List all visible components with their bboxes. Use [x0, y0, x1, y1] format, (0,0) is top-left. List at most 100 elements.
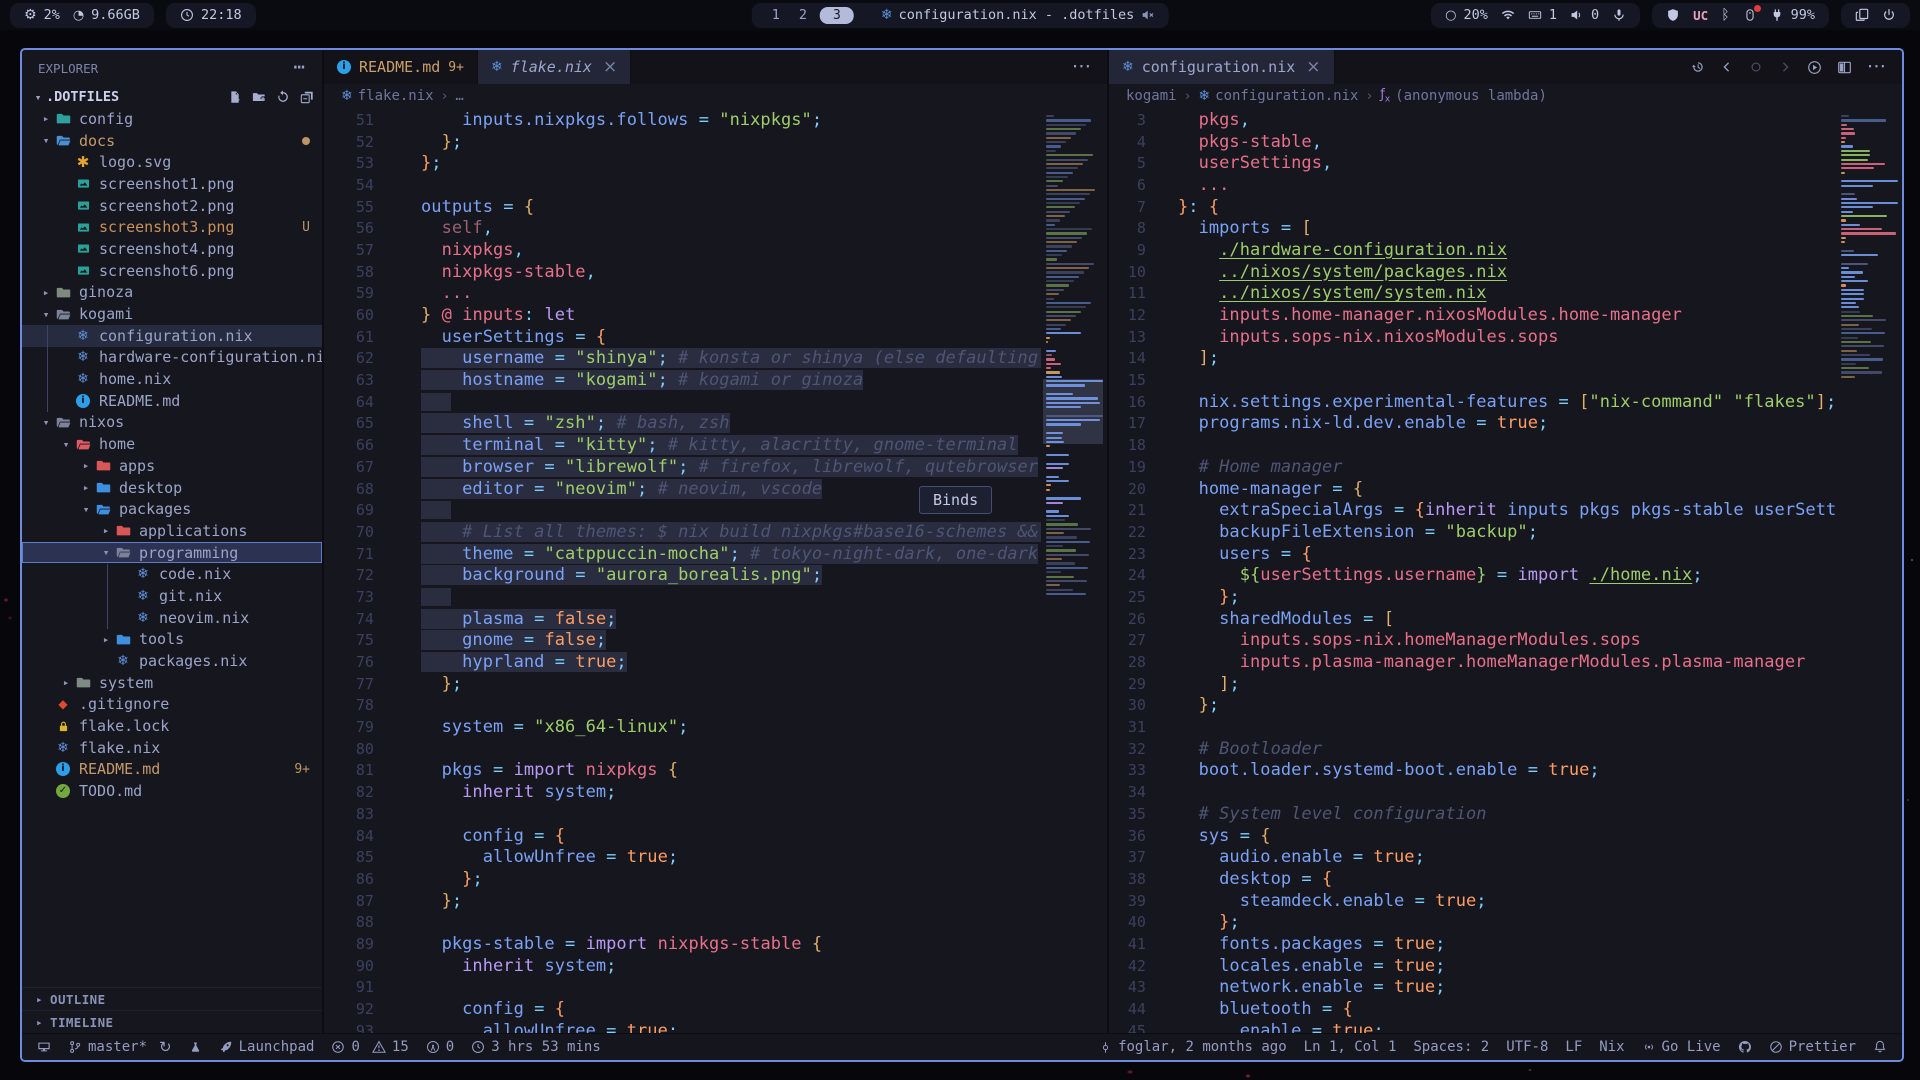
code-line[interactable]: 17 programs.nix-ld.dev.enable = true; [1109, 413, 1836, 435]
code-line[interactable]: 13 inputs.sops-nix.nixosModules.sops [1109, 326, 1836, 348]
code-line[interactable]: 24 ${userSettings.username} = import ./h… [1109, 564, 1836, 586]
code-line[interactable]: 44 bluetooth = { [1109, 998, 1836, 1020]
code-line[interactable]: 83 [324, 803, 1041, 825]
topbar-widget-session[interactable] [1841, 3, 1910, 28]
code-line[interactable]: 72 background = "aurora_borealis.png"; [324, 564, 1041, 586]
status-github[interactable] [1738, 1040, 1752, 1054]
tree-item-readme-md[interactable]: iREADME.md9+ [22, 759, 322, 781]
code-line[interactable]: 90 inherit system; [324, 955, 1041, 977]
code-line[interactable]: 29 ]; [1109, 673, 1836, 695]
code-line[interactable]: 6 ... [1109, 174, 1836, 196]
tree-item--gitignore[interactable]: ◆.gitignore [22, 694, 322, 716]
code-line[interactable]: 65 shell = "zsh"; # bash, zsh [324, 413, 1041, 435]
code-line[interactable]: 31 [1109, 716, 1836, 738]
code-line[interactable]: 78 [324, 695, 1041, 717]
sidebar-section-timeline[interactable]: ▸TIMELINE [22, 1010, 322, 1033]
close-icon[interactable]: × [603, 57, 617, 77]
code-line[interactable]: 76 hyprland = true; [324, 651, 1041, 673]
breadcrumb-segment[interactable]: ❄flake.nix [341, 88, 434, 104]
nav-back-icon[interactable] [1720, 60, 1734, 74]
tab-flake-nix[interactable]: ❄flake.nix× [478, 50, 631, 84]
workspace-indicator[interactable]: 123 [766, 7, 854, 24]
nav-forward-icon[interactable] [1778, 60, 1792, 74]
breadcrumb-segment[interactable]: ƒx(anonymous lambda) [1380, 88, 1547, 105]
status-indentation[interactable]: Spaces: 2 [1413, 1039, 1489, 1055]
code-line[interactable]: 33 boot.loader.systemd-boot.enable = tru… [1109, 760, 1836, 782]
breadcrumb[interactable]: ❄flake.nix›… [324, 84, 1107, 108]
code-line[interactable]: 12 inputs.home-manager.nixosModules.home… [1109, 304, 1836, 326]
code-line[interactable]: 86 }; [324, 868, 1041, 890]
breadcrumb-segment[interactable]: kogami [1126, 88, 1177, 104]
code-line[interactable]: 55outputs = { [324, 196, 1041, 218]
status-extension-flask[interactable] [189, 1041, 202, 1054]
code-line[interactable]: 3 pkgs, [1109, 109, 1836, 131]
refresh-icon[interactable] [276, 90, 290, 104]
code-line[interactable]: 36 sys = { [1109, 825, 1836, 847]
tree-item-flake-nix[interactable]: ❄flake.nix [22, 737, 322, 759]
code-line[interactable]: 81 pkgs = import nixpkgs { [324, 760, 1041, 782]
more-icon[interactable]: ⋯ [1867, 62, 1887, 72]
more-icon[interactable]: ⋯ [1072, 62, 1092, 72]
code-line[interactable]: 20 home-manager = { [1109, 478, 1836, 500]
views-more-actions-icon[interactable]: ⋯ [294, 61, 306, 76]
status-cursor-position[interactable]: Ln 1, Col 1 [1304, 1039, 1397, 1055]
tab-configuration-nix[interactable]: ❄configuration.nix× [1109, 50, 1335, 84]
tab-readme-md[interactable]: iREADME.md9+ [324, 50, 478, 84]
code-line[interactable]: 53}; [324, 152, 1041, 174]
code-line[interactable]: 52 }; [324, 131, 1041, 153]
status-remote-indicator[interactable] [37, 1040, 51, 1054]
topbar-widget-clock[interactable]: 22:18 [166, 3, 256, 28]
code-line[interactable]: 87 }; [324, 890, 1041, 912]
code-line[interactable]: 28 inputs.plasma-manager.homeManagerModu… [1109, 651, 1836, 673]
code-line[interactable]: 35 # System level configuration [1109, 803, 1836, 825]
breadcrumb[interactable]: kogami›❄configuration.nix›ƒx(anonymous l… [1109, 84, 1902, 108]
breadcrumb-segment[interactable]: … [455, 88, 463, 104]
tree-item-home-nix[interactable]: ❄home.nix [22, 368, 322, 390]
code-line[interactable]: 37 audio.enable = true; [1109, 846, 1836, 868]
sidebar-section-outline[interactable]: ▸OUTLINE [22, 987, 322, 1010]
code-line[interactable]: 70 # List all themes: $ nix build nixpkg… [324, 521, 1041, 543]
code-line[interactable]: 15 [1109, 369, 1836, 391]
tree-item-applications[interactable]: ▸applications [22, 520, 322, 542]
status-git-blame[interactable]: foglar, 2 months ago [1099, 1039, 1287, 1055]
tree-item-neovim-nix[interactable]: ❄neovim.nix [22, 607, 322, 629]
tree-item-tools[interactable]: ▸tools [22, 629, 322, 651]
code-line[interactable]: 54 [324, 174, 1041, 196]
code-line[interactable]: 43 network.enable = true; [1109, 977, 1836, 999]
tree-item-apps[interactable]: ▸apps [22, 455, 322, 477]
tree-item-flake-lock[interactable]: flake.lock [22, 715, 322, 737]
topbar-widget-quick-settings[interactable]: ○20%10 [1431, 3, 1640, 28]
code-line[interactable]: 27 inputs.sops-nix.homeManagerModules.so… [1109, 630, 1836, 652]
code-line[interactable]: 45 enable = true; [1109, 1020, 1836, 1033]
tree-item-packages-nix[interactable]: ❄packages.nix [22, 650, 322, 672]
run-icon[interactable] [1807, 60, 1822, 75]
code-line[interactable]: 34 [1109, 781, 1836, 803]
tree-item-desktop[interactable]: ▸desktop [22, 477, 322, 499]
status-problems[interactable]: 015 [331, 1039, 408, 1055]
code-line[interactable]: 10 ../nixos/system/packages.nix [1109, 261, 1836, 283]
code-line[interactable]: 22 backupFileExtension = "backup"; [1109, 521, 1836, 543]
code-line[interactable]: 23 users = { [1109, 543, 1836, 565]
collapse-all-icon[interactable] [300, 90, 314, 104]
code-line[interactable]: 62 username = "shinya"; # konsta or shin… [324, 348, 1041, 370]
workspace-active[interactable]: 3 [820, 7, 854, 24]
tree-item-home[interactable]: ▾home [22, 433, 322, 455]
workspace-number[interactable]: 2 [793, 7, 813, 23]
code-line[interactable]: 16 nix.settings.experimental-features = … [1109, 391, 1836, 413]
close-icon[interactable]: × [1306, 57, 1320, 77]
code-line[interactable]: 77 }; [324, 673, 1041, 695]
code-line[interactable]: 42 locales.enable = true; [1109, 955, 1836, 977]
code-line[interactable]: 19 # Home manager [1109, 456, 1836, 478]
code-line[interactable]: 75 gnome = false; [324, 630, 1041, 652]
code-line[interactable]: 32 # Bootloader [1109, 738, 1836, 760]
tree-item-configuration-nix[interactable]: ❄configuration.nix [22, 325, 322, 347]
code-line[interactable]: 51 inputs.nixpkgs.follows = "nixpkgs"; [324, 109, 1041, 131]
tree-item-ginoza[interactable]: ▸ginoza [22, 282, 322, 304]
status-encoding[interactable]: UTF-8 [1506, 1039, 1548, 1055]
tree-item-programming[interactable]: ▾programming [22, 542, 322, 564]
code-line[interactable]: 30 }; [1109, 695, 1836, 717]
code-line[interactable]: 80 [324, 738, 1041, 760]
code-line[interactable]: 26 sharedModules = [ [1109, 608, 1836, 630]
code-line[interactable]: 84 config = { [324, 825, 1041, 847]
tree-item-screenshot6-png[interactable]: screenshot6.png [22, 260, 322, 282]
